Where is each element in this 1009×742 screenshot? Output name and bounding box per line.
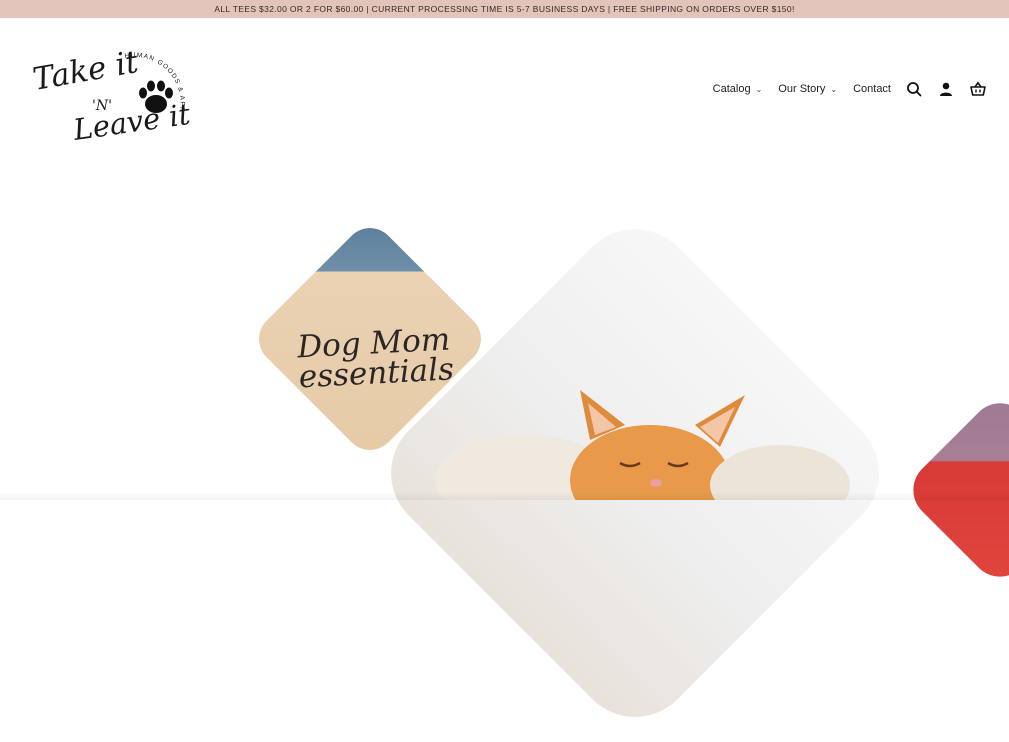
nav-catalog-label: Catalog (712, 83, 751, 95)
chevron-down-icon: ⌄ (755, 84, 763, 94)
chevron-down-icon: ⌄ (830, 84, 838, 94)
tote-bag-text: Dog Mom essentials (296, 321, 470, 395)
main-nav: Catalog ⌄ Our Story ⌄ Contact (713, 80, 987, 98)
site-logo[interactable]: Take it 'N' Leave it HUMAN GOODS & APPAR… (27, 35, 200, 150)
cart-icon[interactable] (969, 80, 987, 98)
announcement-bar: ALL TEES $32.00 OR 2 FOR $60.00 | CURREN… (0, 0, 1009, 18)
page-fold-shadow (0, 492, 1009, 500)
account-icon[interactable] (937, 80, 955, 98)
nav-our-story[interactable]: Our Story ⌄ (778, 83, 837, 95)
site-header: Take it 'N' Leave it HUMAN GOODS & APPAR… (0, 18, 1009, 148)
nav-our-story-label: Our Story (778, 83, 826, 95)
nav-catalog[interactable]: Catalog ⌄ (713, 83, 763, 95)
search-icon[interactable] (905, 80, 923, 98)
kitten-illustration (435, 390, 850, 500)
logo-line3: Leave it (70, 97, 192, 147)
logo-graphic: Take it 'N' Leave it HUMAN GOODS & APPAR… (27, 35, 193, 147)
logo-line1: Take it (30, 44, 141, 98)
nav-contact[interactable]: Contact (853, 83, 891, 95)
nav-contact-label: Contact (853, 83, 891, 95)
